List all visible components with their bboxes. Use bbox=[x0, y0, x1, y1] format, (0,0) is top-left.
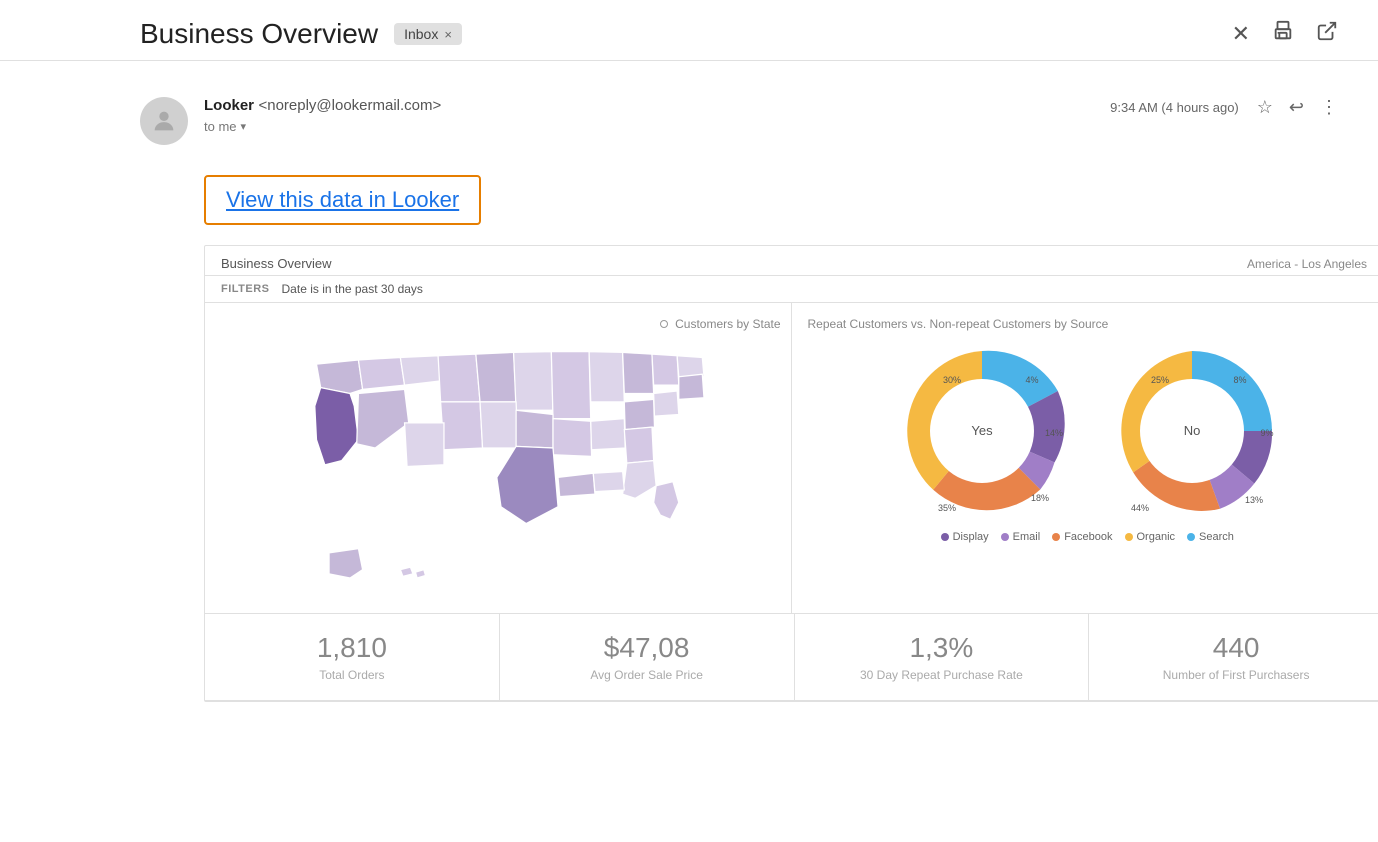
metrics-row: 1,810 Total Orders $47,08 Avg Order Sale… bbox=[205, 614, 1378, 701]
inbox-badge[interactable]: Inbox × bbox=[394, 23, 462, 45]
svg-text:8%: 8% bbox=[1234, 375, 1247, 385]
legend-display-dot bbox=[941, 533, 949, 541]
legend-facebook-dot bbox=[1052, 533, 1060, 541]
header-left: Business Overview Inbox × bbox=[140, 18, 462, 50]
metric-first-purchasers-label: Number of First Purchasers bbox=[1163, 668, 1310, 682]
view-in-looker-link[interactable]: View this data in Looker bbox=[226, 187, 459, 212]
recipient-row[interactable]: to me ▾ bbox=[204, 119, 441, 134]
sender-details: Looker <noreply@lookermail.com> to me ▾ bbox=[204, 97, 441, 134]
star-icon[interactable]: ☆ bbox=[1257, 97, 1273, 118]
sender-email: <noreply@lookermail.com> bbox=[258, 97, 441, 114]
svg-text:30%: 30% bbox=[943, 375, 961, 385]
dashboard-timezone: America - Los Angeles bbox=[1247, 257, 1367, 271]
recipient-label: to me bbox=[204, 119, 237, 134]
email-header: Business Overview Inbox × ✕ bbox=[0, 0, 1378, 61]
svg-text:No: No bbox=[1184, 423, 1201, 438]
legend-organic-label: Organic bbox=[1137, 531, 1176, 543]
legend-email-dot bbox=[1001, 533, 1009, 541]
svg-text:35%: 35% bbox=[938, 503, 956, 513]
legend-organic: Organic bbox=[1125, 531, 1176, 543]
donuts-row: Yes 4% 30% 14% 18% 35% bbox=[808, 341, 1368, 521]
dashboard-content: Customers by State bbox=[205, 303, 1378, 614]
badge-label: Inbox bbox=[404, 26, 438, 42]
recipient-dropdown-icon[interactable]: ▾ bbox=[241, 120, 247, 133]
filters-label: FILTERS bbox=[221, 283, 270, 295]
sender-name-row: Looker <noreply@lookermail.com> bbox=[204, 97, 441, 115]
svg-text:18%: 18% bbox=[1031, 493, 1049, 503]
filter-value: Date is in the past 30 days bbox=[282, 282, 423, 296]
donut-panel-title: Repeat Customers vs. Non-repeat Customer… bbox=[808, 317, 1368, 331]
metric-repeat-rate-value: 1,3% bbox=[909, 632, 973, 664]
donut-yes: Yes 4% 30% 14% 18% 35% bbox=[892, 341, 1072, 521]
us-map-svg bbox=[291, 339, 711, 599]
print-icon[interactable] bbox=[1272, 20, 1294, 48]
avatar bbox=[140, 97, 188, 145]
donut-legend: Display Email Facebook Organic bbox=[808, 531, 1368, 543]
legend-email: Email bbox=[1001, 531, 1041, 543]
metric-avg-price-label: Avg Order Sale Price bbox=[590, 668, 703, 682]
svg-text:44%: 44% bbox=[1131, 503, 1149, 513]
metric-first-purchasers-value: 440 bbox=[1213, 632, 1260, 664]
email-body: View this data in Looker Business Overvi… bbox=[140, 155, 1338, 702]
svg-text:9%: 9% bbox=[1261, 428, 1274, 438]
svg-text:14%: 14% bbox=[1045, 428, 1063, 438]
svg-text:Yes: Yes bbox=[972, 423, 994, 438]
legend-display: Display bbox=[941, 531, 989, 543]
svg-text:13%: 13% bbox=[1245, 495, 1263, 505]
header-actions: ✕ bbox=[1232, 20, 1338, 48]
legend-facebook-label: Facebook bbox=[1064, 531, 1112, 543]
dashboard-header: Business Overview America - Los Angeles bbox=[205, 246, 1378, 276]
email-timestamp: 9:34 AM (4 hours ago) bbox=[1110, 100, 1239, 115]
badge-close-button[interactable]: × bbox=[444, 27, 452, 42]
metric-total-orders-label: Total Orders bbox=[319, 668, 384, 682]
dashboard-filters: FILTERS Date is in the past 30 days bbox=[205, 276, 1378, 303]
email-container: Looker <noreply@lookermail.com> to me ▾ … bbox=[0, 61, 1378, 702]
map-title-icon bbox=[660, 320, 668, 328]
legend-search: Search bbox=[1187, 531, 1234, 543]
metric-first-purchasers: 440 Number of First Purchasers bbox=[1089, 614, 1378, 700]
metric-total-orders-value: 1,810 bbox=[317, 632, 387, 664]
legend-facebook: Facebook bbox=[1052, 531, 1112, 543]
sender-info: Looker <noreply@lookermail.com> to me ▾ bbox=[140, 97, 441, 145]
donut-yes-svg: Yes 4% 30% 14% 18% 35% bbox=[892, 341, 1072, 521]
legend-search-label: Search bbox=[1199, 531, 1234, 543]
metric-avg-price-value: $47,08 bbox=[604, 632, 690, 664]
donut-no: No 8% 25% 9% 13% 44% bbox=[1102, 341, 1282, 521]
us-map bbox=[221, 339, 781, 599]
page-title: Business Overview bbox=[140, 18, 378, 50]
legend-email-label: Email bbox=[1013, 531, 1041, 543]
reply-icon[interactable]: ↩ bbox=[1289, 97, 1304, 118]
more-options-icon[interactable]: ⋮ bbox=[1320, 97, 1338, 118]
view-link-wrapper: View this data in Looker bbox=[204, 175, 481, 225]
dashboard-embed: Business Overview America - Los Angeles … bbox=[204, 245, 1378, 702]
metric-avg-price: $47,08 Avg Order Sale Price bbox=[500, 614, 795, 700]
metric-repeat-rate: 1,3% 30 Day Repeat Purchase Rate bbox=[795, 614, 1090, 700]
legend-display-label: Display bbox=[953, 531, 989, 543]
sender-name: Looker bbox=[204, 97, 254, 114]
dashboard-title: Business Overview bbox=[221, 256, 332, 271]
metric-repeat-rate-label: 30 Day Repeat Purchase Rate bbox=[860, 668, 1023, 682]
map-title: Customers by State bbox=[221, 317, 781, 331]
external-link-icon[interactable] bbox=[1316, 20, 1338, 48]
svg-text:25%: 25% bbox=[1151, 375, 1169, 385]
email-meta: Looker <noreply@lookermail.com> to me ▾ … bbox=[140, 81, 1338, 155]
legend-organic-dot bbox=[1125, 533, 1133, 541]
map-panel: Customers by State bbox=[205, 303, 792, 613]
svg-text:4%: 4% bbox=[1026, 375, 1039, 385]
donut-no-svg: No 8% 25% 9% 13% 44% bbox=[1102, 341, 1282, 521]
meta-action-icons: ☆ ↩ ⋮ bbox=[1257, 97, 1338, 118]
donut-panel: Repeat Customers vs. Non-repeat Customer… bbox=[792, 303, 1378, 613]
legend-search-dot bbox=[1187, 533, 1195, 541]
metric-total-orders: 1,810 Total Orders bbox=[205, 614, 500, 700]
close-icon[interactable]: ✕ bbox=[1232, 21, 1250, 47]
meta-right: 9:34 AM (4 hours ago) ☆ ↩ ⋮ bbox=[1110, 97, 1338, 118]
